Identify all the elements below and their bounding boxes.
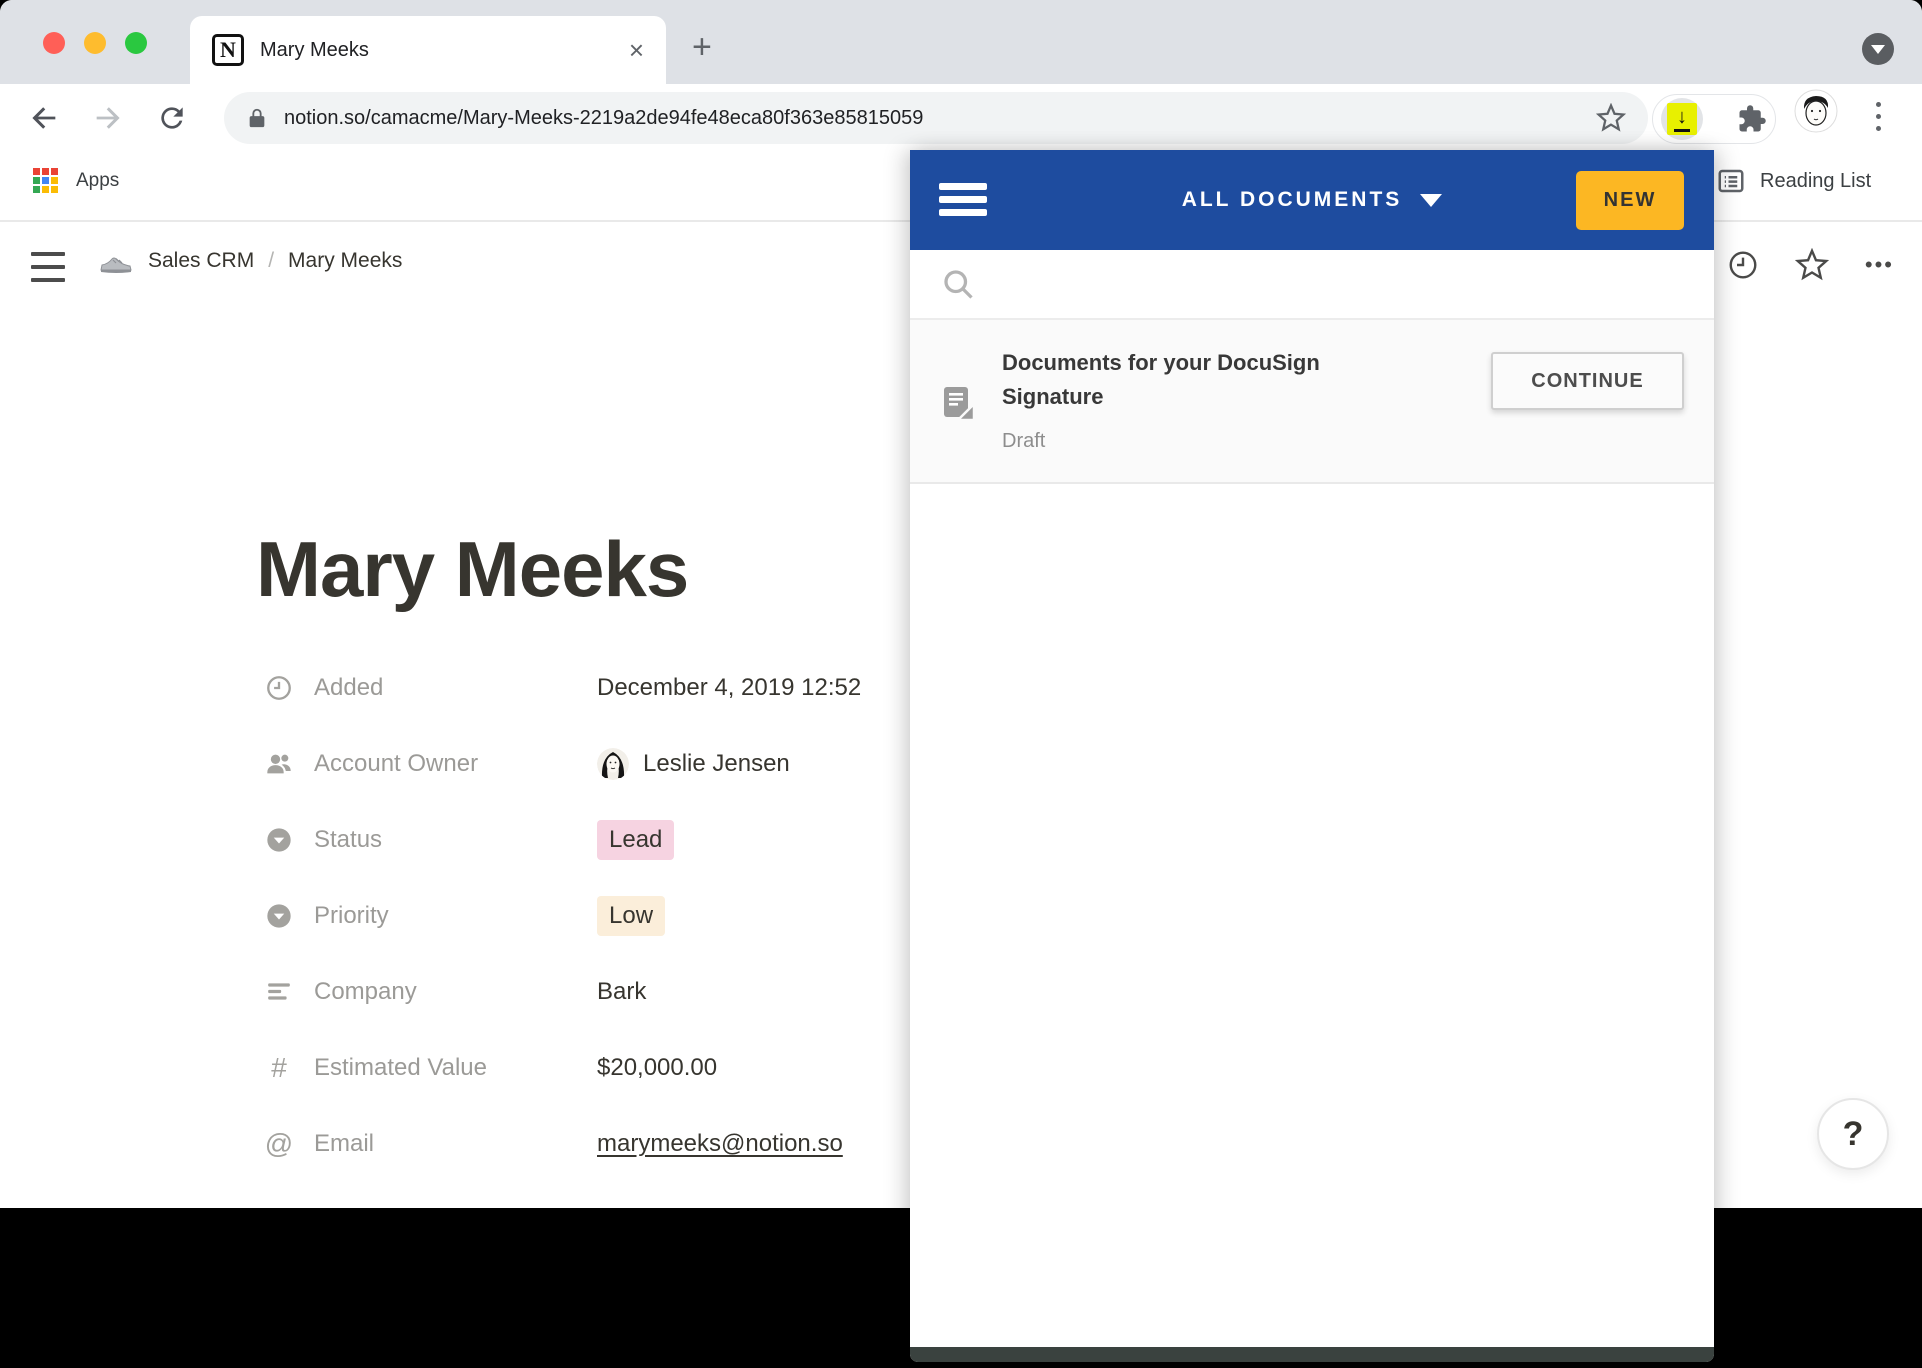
notion-favicon: N (212, 34, 244, 66)
browser-tab[interactable]: N Mary Meeks × (190, 16, 666, 84)
property-value[interactable]: December 4, 2019 12:52 (597, 674, 861, 702)
sneaker-emoji-icon (98, 246, 134, 276)
property-label: Account Owner (314, 750, 569, 778)
page-title[interactable]: Mary Meeks (256, 524, 688, 615)
apps-shortcut[interactable]: Apps (33, 168, 119, 193)
draft-document-icon (940, 386, 978, 422)
docusign-extension-icon[interactable]: ↓ (1661, 98, 1703, 140)
reading-list-shortcut[interactable]: Reading List (1716, 166, 1871, 196)
forward-button[interactable] (86, 96, 130, 140)
sidebar-menu-icon[interactable] (31, 252, 65, 282)
clock-icon (264, 673, 294, 703)
lock-icon (246, 105, 268, 131)
account-owner-avatar (597, 748, 629, 780)
window-chevron-icon[interactable] (1862, 33, 1894, 65)
page-more-icon[interactable]: ••• (1865, 252, 1894, 278)
property-label: Estimated Value (314, 1054, 569, 1082)
browser-window: N Mary Meeks × + notion.so/camacme/Mary-… (0, 0, 1922, 1368)
docusign-menu-icon[interactable] (939, 183, 987, 216)
docusign-header: ALL DOCUMENTS NEW (910, 150, 1714, 250)
close-window-button[interactable] (43, 32, 65, 54)
breadcrumb: Sales CRM / Mary Meeks (98, 246, 402, 276)
document-status: Draft (1002, 430, 1045, 453)
property-value-person[interactable]: Leslie Jensen (597, 748, 790, 780)
reload-button[interactable] (150, 96, 194, 140)
status-tag[interactable]: Lead (597, 820, 674, 859)
extensions-puzzle-icon[interactable] (1737, 104, 1767, 134)
property-label: Status (314, 826, 569, 854)
select-chevron-icon (264, 901, 294, 931)
search-input[interactable] (994, 272, 1684, 297)
breadcrumb-page[interactable]: Mary Meeks (288, 249, 402, 273)
property-row-company[interactable]: Company Bark (256, 970, 646, 1014)
property-row-priority[interactable]: Priority Low (256, 894, 665, 938)
browser-menu-icon[interactable] (1868, 94, 1888, 138)
search-icon (940, 266, 976, 302)
new-document-button[interactable]: NEW (1576, 171, 1684, 230)
favorite-star-icon[interactable] (1795, 248, 1829, 282)
text-lines-icon (264, 977, 294, 1007)
minimize-window-button[interactable] (84, 32, 106, 54)
select-chevron-icon (264, 825, 294, 855)
property-label: Email (314, 1130, 569, 1158)
continue-button[interactable]: CONTINUE (1491, 352, 1684, 410)
bookmark-star-icon[interactable] (1596, 103, 1626, 133)
docusign-search-row[interactable] (910, 250, 1714, 320)
updates-clock-icon[interactable] (1727, 249, 1759, 281)
reading-list-icon (1716, 166, 1746, 196)
docusign-panel-footer (910, 1347, 1714, 1362)
browser-toolbar: notion.so/camacme/Mary-Meeks-2219a2de94f… (0, 84, 1922, 152)
account-owner-name: Leslie Jensen (643, 750, 790, 778)
breadcrumb-workspace[interactable]: Sales CRM (148, 249, 254, 273)
tab-close-icon[interactable]: × (629, 37, 644, 63)
priority-tag[interactable]: Low (597, 896, 665, 935)
property-row-added[interactable]: Added December 4, 2019 12:52 (256, 666, 861, 710)
tab-strip: N Mary Meeks × + (0, 0, 1922, 84)
property-label: Priority (314, 902, 569, 930)
property-value[interactable]: $20,000.00 (597, 1054, 717, 1082)
extensions-pill: ↓ (1652, 94, 1776, 144)
new-tab-button[interactable]: + (692, 28, 712, 67)
person-icon (264, 749, 294, 779)
property-value[interactable]: Bark (597, 978, 646, 1006)
url-text[interactable]: notion.so/camacme/Mary-Meeks-2219a2de94f… (284, 107, 1596, 130)
docusign-panel: ALL DOCUMENTS NEW Documents for your Doc… (910, 150, 1714, 1362)
apps-label: Apps (76, 170, 119, 192)
property-row-estimated-value[interactable]: # Estimated Value $20,000.00 (256, 1046, 717, 1090)
maximize-window-button[interactable] (125, 32, 147, 54)
documents-filter-label: ALL DOCUMENTS (1182, 188, 1403, 212)
number-hash-icon: # (264, 1053, 294, 1083)
document-list-item[interactable]: Documents for your DocuSign Signature Dr… (910, 320, 1714, 484)
apps-grid-icon (33, 168, 58, 193)
docusign-panel-body (910, 484, 1714, 1347)
address-bar[interactable]: notion.so/camacme/Mary-Meeks-2219a2de94f… (224, 92, 1648, 144)
help-button[interactable]: ? (1817, 1098, 1889, 1170)
at-sign-icon: @ (264, 1129, 294, 1159)
document-title[interactable]: Documents for your DocuSign Signature (1002, 346, 1422, 414)
property-label: Added (314, 674, 569, 702)
email-link[interactable]: marymeeks@notion.so (597, 1130, 843, 1158)
back-button[interactable] (22, 96, 66, 140)
breadcrumb-separator: / (268, 249, 274, 273)
property-row-status[interactable]: Status Lead (256, 818, 674, 862)
documents-filter-dropdown[interactable]: ALL DOCUMENTS (1182, 188, 1443, 212)
profile-avatar[interactable] (1794, 89, 1838, 133)
property-row-account-owner[interactable]: Account Owner Leslie Jensen (256, 742, 790, 786)
property-label: Company (314, 978, 569, 1006)
property-row-email[interactable]: @ Email marymeeks@notion.so (256, 1122, 843, 1166)
chevron-down-icon (1420, 194, 1442, 207)
tab-title: Mary Meeks (260, 39, 629, 62)
reading-list-label: Reading List (1760, 170, 1871, 193)
